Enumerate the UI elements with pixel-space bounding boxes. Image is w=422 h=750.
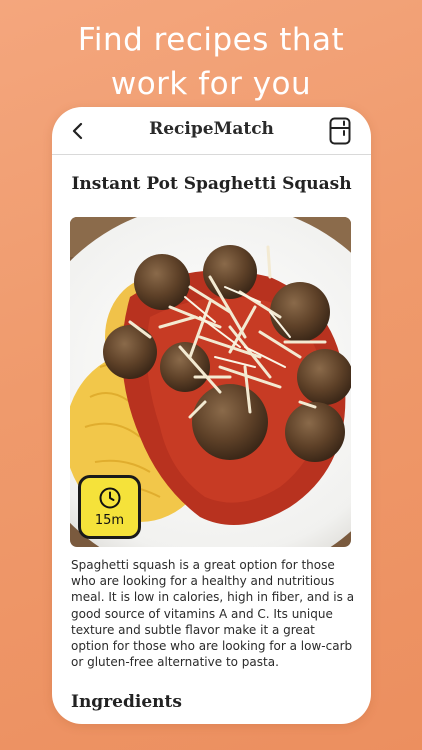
recipe-title: Instant Pot Spaghetti Squash: [71, 174, 352, 194]
fridge-icon: [329, 117, 351, 145]
cook-time-badge: 15m: [78, 475, 141, 539]
headline-line-1: Find recipes that: [77, 22, 345, 58]
fridge-button[interactable]: [329, 117, 351, 145]
cook-time-label: 15m: [94, 513, 125, 528]
clock-icon: [99, 487, 120, 509]
phone-screen: RecipeMatch Instant Pot Spaghetti Squash: [52, 107, 371, 724]
marketing-headline: Find recipes that work for you: [0, 18, 422, 106]
ingredients-heading: Ingredients: [71, 692, 182, 712]
nav-bar: RecipeMatch: [52, 107, 371, 155]
recipe-photo: 15m: [70, 217, 351, 547]
headline-line-2: work for you: [110, 66, 312, 102]
app-title: RecipeMatch: [149, 119, 274, 139]
recipe-description: Spaghetti squash is a great option for t…: [71, 558, 355, 670]
